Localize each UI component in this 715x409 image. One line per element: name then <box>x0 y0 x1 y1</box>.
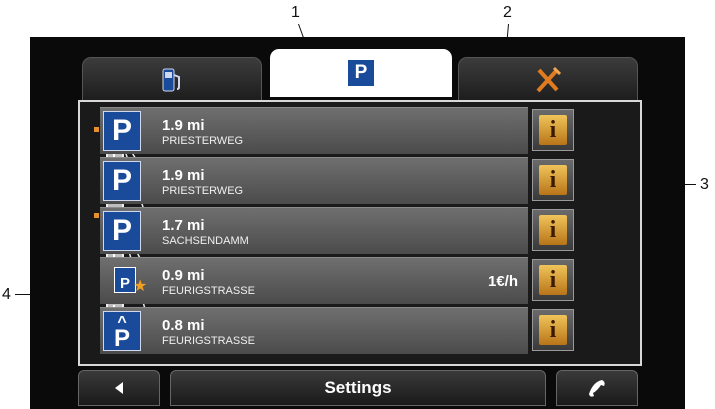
parking-icon-label: P <box>111 114 132 147</box>
poi-street: FEURIGSTRASSE <box>162 285 255 297</box>
callout-2: 2 <box>503 4 512 21</box>
poi-distance: 1.9 mi <box>162 167 205 184</box>
parking-icon: P <box>103 211 141 251</box>
parking-icon-label: P <box>111 214 132 247</box>
poi-street: SACHSENDAMM <box>162 235 249 247</box>
fork-knife-icon <box>536 66 562 93</box>
callout-1: 1 <box>291 4 300 21</box>
poi-price: 1€/h <box>487 273 518 290</box>
tab-restaurant[interactable] <box>458 57 638 103</box>
settings-button[interactable]: Settings <box>170 370 546 406</box>
poi-distance: 1.7 mi <box>162 217 205 234</box>
phone-icon <box>589 380 605 397</box>
parking-icon-label: P <box>113 325 130 352</box>
parking-icon: P <box>348 60 374 86</box>
info-button[interactable]: i <box>532 109 574 151</box>
list-item[interactable]: P 1.9 mi PRIESTERWEG <box>100 107 528 154</box>
parking-icon-label: P <box>111 164 132 197</box>
info-button[interactable]: i <box>532 259 574 301</box>
parking-icon: P <box>103 161 141 201</box>
callout-4: 4 <box>2 286 11 303</box>
phone-button[interactable] <box>556 370 638 406</box>
triangle-left-icon <box>115 382 123 394</box>
list-item[interactable]: P 1.7 mi SACHSENDAMM <box>100 207 528 254</box>
parking-garage-icon: ^ P <box>103 311 141 351</box>
info-icon: i <box>539 165 567 195</box>
tab-parking-label: P <box>354 62 368 83</box>
poi-street: FEURIGSTRASSE <box>162 335 255 347</box>
star-icon: ★ <box>133 278 148 295</box>
info-button[interactable]: i <box>532 159 574 201</box>
poi-distance: 1.9 mi <box>162 117 205 134</box>
info-icon: i <box>539 115 567 145</box>
navigation-screen: P P 1.9 mi PRIESTERWEG i P 1.9 mi PRIEST… <box>30 37 685 409</box>
list-item[interactable]: P 1.9 mi PRIESTERWEG <box>100 157 528 204</box>
parking-icon: P <box>103 111 141 151</box>
info-button[interactable]: i <box>532 309 574 351</box>
back-button[interactable] <box>78 370 160 406</box>
info-button[interactable]: i <box>532 209 574 251</box>
info-icon: i <box>539 215 567 245</box>
poi-distance: 0.9 mi <box>162 267 205 284</box>
poi-distance: 0.8 mi <box>162 317 205 334</box>
list-item[interactable]: P ★ 0.9 mi FEURIGSTRASSE 1€/h <box>100 257 528 304</box>
list-item[interactable]: ^ P 0.8 mi FEURIGSTRASSE <box>100 307 528 354</box>
poi-street: PRIESTERWEG <box>162 135 244 147</box>
settings-label: Settings <box>324 378 392 397</box>
info-icon: i <box>539 315 567 345</box>
parking-icon-label: P <box>119 275 130 292</box>
info-icon: i <box>539 265 567 295</box>
poi-street: PRIESTERWEG <box>162 185 244 197</box>
callout-3: 3 <box>700 176 709 193</box>
tab-parking[interactable]: P <box>270 49 452 97</box>
